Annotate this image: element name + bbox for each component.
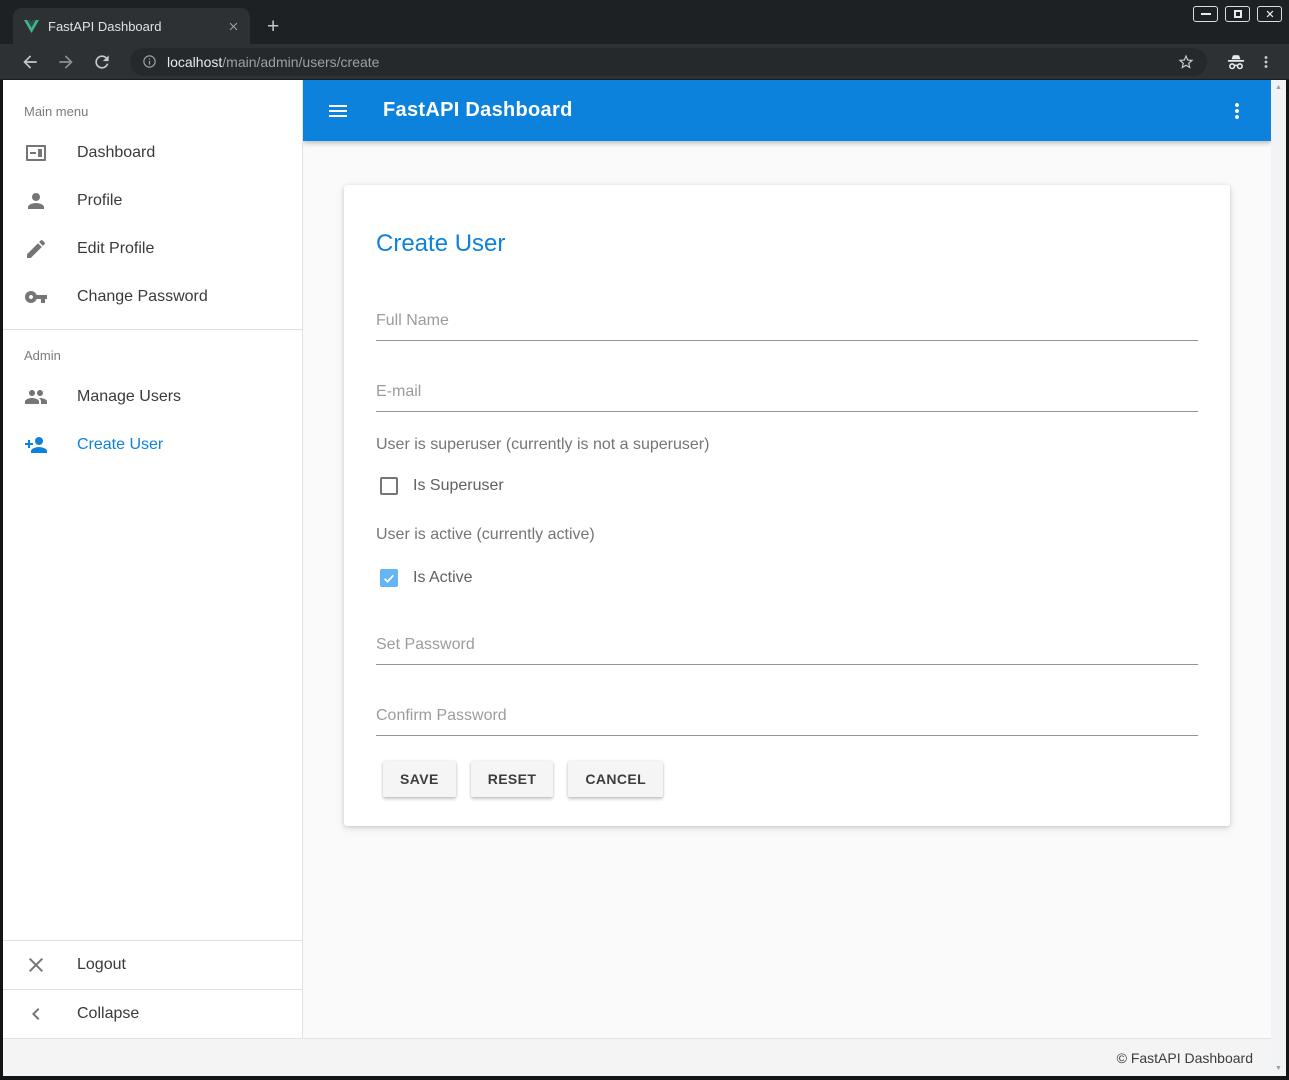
sidebar-item-label: Dashboard [77, 144, 155, 162]
sidebar-item-label: Logout [77, 956, 126, 974]
create-user-card: Create User User is superuser (currently… [344, 185, 1230, 826]
scroll-up-icon[interactable]: ▲ [1275, 84, 1282, 91]
pencil-icon [24, 237, 48, 261]
checkbox-unchecked-icon[interactable] [380, 477, 398, 495]
checkbox-label: Is Superuser [413, 477, 504, 495]
cancel-button[interactable]: CANCEL [568, 761, 663, 797]
browser-menu-icon[interactable] [1257, 53, 1275, 71]
url-path: /main/admin/users/create [222, 54, 379, 70]
active-hint: User is active (currently active) [376, 526, 1198, 544]
hamburger-menu-icon[interactable] [326, 99, 350, 123]
sidebar-item-create-user[interactable]: Create User [3, 421, 302, 469]
people-icon [24, 385, 48, 409]
back-icon[interactable] [20, 52, 40, 72]
scroll-down-icon[interactable]: ▼ [1275, 1065, 1282, 1072]
sidebar-section-admin: Admin [3, 330, 302, 373]
minimize-icon [1201, 13, 1211, 15]
url-host: localhost [167, 54, 222, 70]
close-window-button[interactable] [1257, 6, 1282, 22]
sidebar-item-change-password[interactable]: Change Password [3, 273, 302, 321]
email-field[interactable] [376, 383, 1198, 412]
page-title: Create User [376, 229, 1198, 258]
sidebar-item-label: Create User [77, 436, 163, 454]
checkbox-checked-icon[interactable] [380, 569, 398, 587]
sidebar-item-edit-profile[interactable]: Edit Profile [3, 225, 302, 273]
sidebar-item-label: Profile [77, 192, 122, 210]
window-controls [1193, 6, 1282, 22]
maximize-button[interactable] [1225, 6, 1250, 22]
sidebar: Main menu Dashboard Profile Edit Profile [3, 80, 303, 1038]
address-bar[interactable]: localhost/main/admin/users/create [130, 48, 1207, 76]
form-actions: SAVE RESET CANCEL [383, 761, 1198, 797]
confirm-password-field[interactable] [376, 707, 1198, 736]
sidebar-item-collapse[interactable]: Collapse [3, 990, 302, 1038]
sidebar-item-label: Manage Users [77, 388, 181, 406]
incognito-icon [1225, 51, 1247, 73]
sidebar-item-logout[interactable]: Logout [3, 941, 302, 989]
reset-button[interactable]: RESET [471, 761, 554, 797]
app-page: Main menu Dashboard Profile Edit Profile [3, 80, 1271, 1076]
new-tab-button[interactable]: + [267, 16, 279, 37]
bookmark-star-icon[interactable] [1177, 53, 1195, 71]
app-bar: FastAPI Dashboard [303, 80, 1271, 141]
reload-icon[interactable] [92, 52, 112, 72]
tab-title: FastAPI Dashboard [48, 19, 225, 34]
scrollbar[interactable]: ▲ ▼ [1271, 80, 1286, 1076]
set-password-field[interactable] [376, 636, 1198, 665]
person-icon [24, 189, 48, 213]
full-name-field[interactable] [376, 312, 1198, 341]
sidebar-item-dashboard[interactable]: Dashboard [3, 129, 302, 177]
is-superuser-checkbox-row[interactable]: Is Superuser [380, 474, 1198, 498]
sidebar-item-profile[interactable]: Profile [3, 177, 302, 225]
sidebar-item-manage-users[interactable]: Manage Users [3, 373, 302, 421]
copyright-text: © FastAPI Dashboard [1117, 1050, 1253, 1066]
key-icon [24, 285, 48, 309]
checkbox-label: Is Active [413, 569, 473, 587]
sidebar-item-label: Change Password [77, 288, 208, 306]
superuser-hint: User is superuser (currently is not a su… [376, 436, 1198, 454]
sidebar-section-main-menu: Main menu [3, 80, 302, 129]
browser-toolbar: localhost/main/admin/users/create [0, 44, 1289, 80]
tab-close-icon[interactable] [225, 18, 242, 35]
main-content: Create User User is superuser (currently… [303, 141, 1271, 1038]
sidebar-item-label: Edit Profile [77, 240, 154, 258]
minimize-button[interactable] [1193, 6, 1218, 22]
maximize-icon [1234, 10, 1242, 18]
dashboard-icon [24, 141, 48, 165]
forward-icon[interactable] [56, 52, 76, 72]
browser-tab[interactable]: FastAPI Dashboard [13, 8, 250, 44]
info-icon[interactable] [142, 54, 157, 69]
chevron-left-icon [24, 1002, 48, 1026]
vue-logo-icon [24, 19, 39, 34]
save-button[interactable]: SAVE [383, 761, 456, 797]
is-active-checkbox-row[interactable]: Is Active [380, 566, 1198, 590]
close-icon [1265, 9, 1275, 19]
app-title: FastAPI Dashboard [383, 99, 573, 122]
browser-tab-bar: FastAPI Dashboard + [0, 0, 1289, 44]
close-icon [24, 953, 48, 977]
app-menu-icon[interactable] [1225, 99, 1249, 123]
person-add-icon [24, 433, 48, 457]
app-footer: © FastAPI Dashboard [3, 1038, 1271, 1076]
sidebar-bottom: Logout Collapse [3, 940, 302, 1038]
sidebar-item-label: Collapse [77, 1005, 139, 1023]
